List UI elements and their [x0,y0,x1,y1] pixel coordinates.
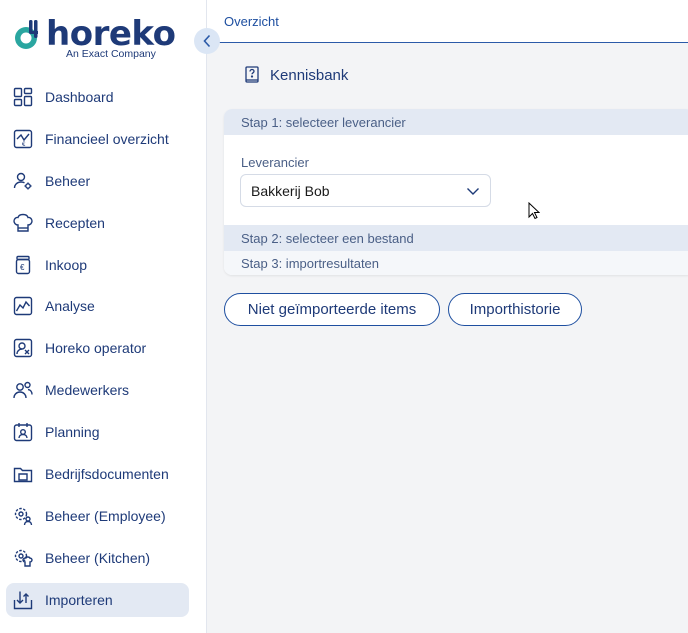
sidebar-item-label: Planning [45,424,100,441]
import-wizard-card: Stap 1: selecteer leverancier Leverancie… [224,109,688,275]
sidebar-item-medewerkers[interactable]: Medewerkers [6,373,189,407]
mouse-cursor-icon [528,202,540,220]
supplier-label: Leverancier [241,155,309,170]
chef-hat-icon [12,212,34,234]
chevron-down-icon [467,188,479,195]
sidebar-item-recepten[interactable]: Recepten [6,206,189,240]
operator-icon [12,337,34,359]
sidebar-item-dashboard[interactable]: Dashboard [6,80,189,114]
svg-text:€: € [20,263,25,272]
sidebar-item-beheer-employee[interactable]: Beheer (Employee) [6,499,189,533]
supplier-select-value: Bakkerij Bob [251,182,330,199]
sidebar-item-beheer-kitchen[interactable]: Beheer (Kitchen) [6,541,189,575]
sidebar-item-financieel-overzicht[interactable]: € Financieel overzicht [6,122,189,156]
sidebar-nav: Dashboard € Financieel overzicht Beheer … [6,80,189,625]
sidebar-item-label: Inkoop [45,256,88,273]
horeko-logo-icon [15,20,38,49]
sidebar-item-label: Bedrijfsdocumenten [45,466,169,483]
sidebar-item-label: Medewerkers [45,382,130,399]
sidebar-item-analyse[interactable]: Analyse [6,289,189,323]
step-1-header[interactable]: Stap 1: selecteer leverancier [224,109,688,135]
finance-chart-icon: € [12,128,34,150]
top-bar: Overzicht [207,0,688,43]
sidebar-item-label: Beheer (Employee) [45,507,166,524]
step-3-header[interactable]: Stap 3: importresultaten [224,251,688,275]
sidebar-item-importeren[interactable]: Importeren [6,582,189,617]
user-settings-icon [12,170,34,192]
sidebar-item-bedrijfsdocumenten[interactable]: Bedrijfsdocumenten [6,457,189,491]
page-title: Overzicht [224,14,279,29]
analytics-chart-icon [12,295,34,317]
sidebar-item-label: Analyse [45,298,95,315]
horeko-logo[interactable]: horeko An Exact Company [13,14,183,64]
sidebar-item-horeko-operator[interactable]: Horeko operator [6,331,189,365]
not-imported-items-button[interactable]: Niet geïmporteerde items [224,293,440,326]
chevron-left-icon [203,34,211,48]
sidebar-item-label: Beheer [45,172,91,189]
sidebar-item-label: Importeren [45,591,113,608]
sidebar-item-label: Beheer (Kitchen) [45,549,151,566]
collapse-sidebar-button[interactable] [194,28,220,54]
employees-icon [12,379,34,401]
gear-kitchen-icon [12,547,34,569]
dashboard-icon [12,86,34,108]
sidebar-item-planning[interactable]: Planning [6,415,189,449]
sidebar-item-label: Recepten [45,214,105,231]
sidebar-item-label: Horeko operator [45,340,147,357]
brand-tagline: An Exact Company [66,48,156,60]
sidebar-item-beheer[interactable]: Beheer [6,164,189,198]
sidebar-item-label: Financieel overzicht [45,130,169,147]
supplier-select[interactable]: Bakkerij Bob [240,174,491,207]
sidebar-item-label: Dashboard [45,89,114,105]
folder-icon [12,463,34,485]
help-book-icon [245,66,259,83]
import-history-button[interactable]: Importhistorie [448,293,582,326]
sidebar-item-inkoop[interactable]: € Inkoop [6,248,189,282]
sidebar: horeko An Exact Company Dashboard € Fina… [0,0,207,633]
calendar-person-icon [12,421,34,443]
knowledge-base-label: Kennisbank [270,66,349,84]
euro-jar-icon: € [12,254,34,276]
gear-person-icon [12,505,34,527]
step-2-header[interactable]: Stap 2: selecteer een bestand [224,225,688,251]
import-icon [12,589,34,611]
knowledge-base-link[interactable]: Kennisbank [244,66,348,84]
